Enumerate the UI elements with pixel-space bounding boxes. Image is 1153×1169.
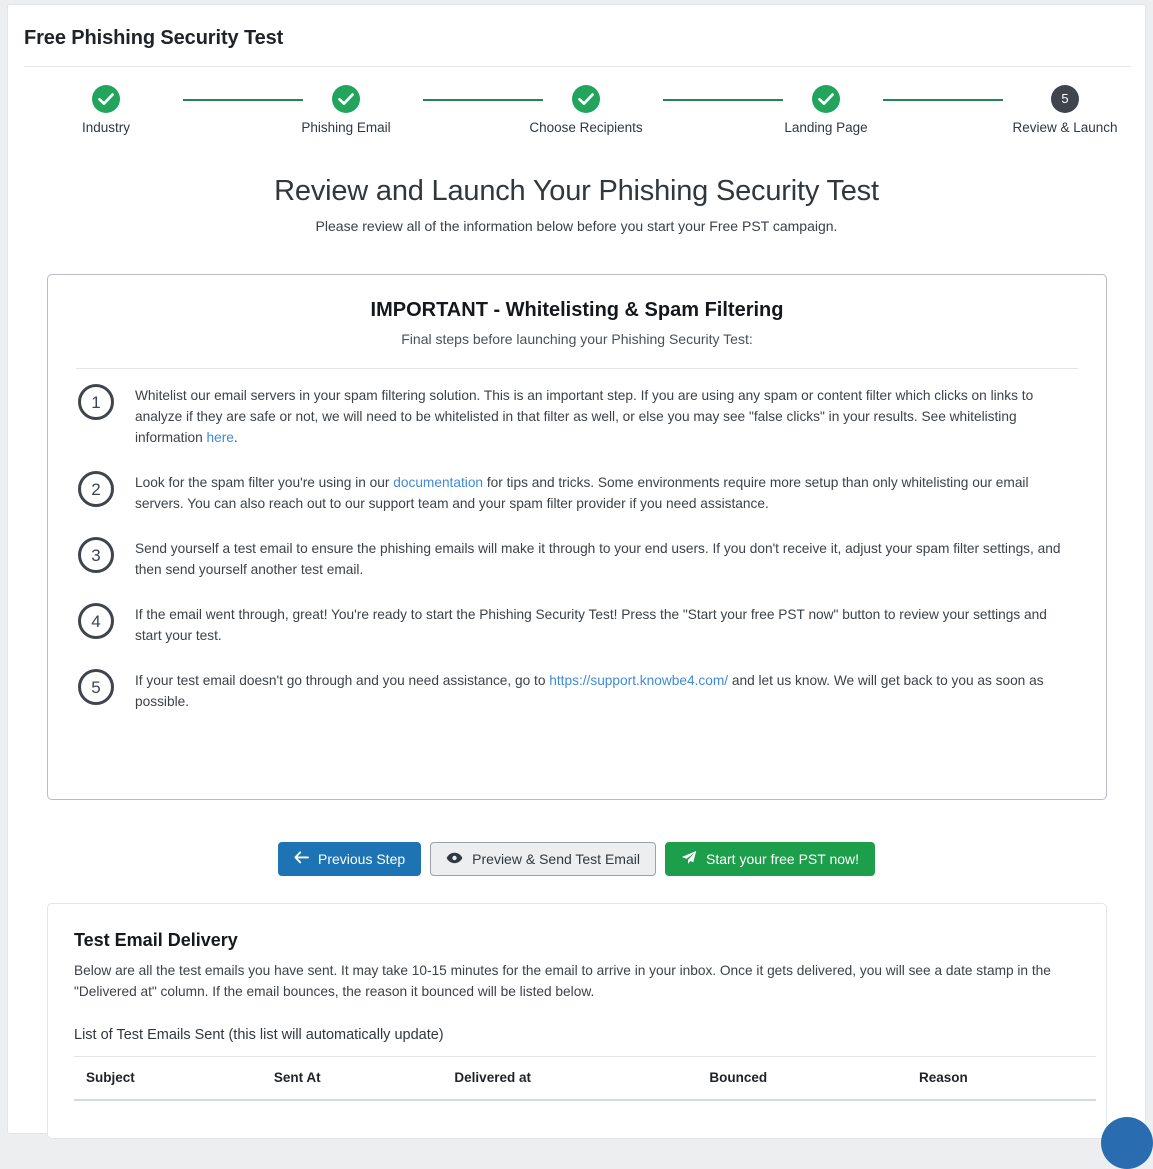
list-item-text: Look for the spam filter you're using in… <box>135 470 1076 514</box>
preview-send-label: Preview & Send Test Email <box>472 851 640 867</box>
list-item-text-before: If the email went through, great! You're… <box>135 607 1047 643</box>
important-card-title: IMPORTANT - Whitelisting & Spam Filterin… <box>370 299 784 321</box>
list-item-text-after: . <box>233 430 238 445</box>
arrow-left-icon <box>294 851 309 867</box>
header-divider <box>24 66 1131 67</box>
stepper-label: Phishing Email <box>301 120 391 135</box>
column-header-bounced[interactable]: Bounced <box>709 1056 919 1101</box>
support-url-link[interactable]: https://support.knowbe4.com/ <box>549 673 728 688</box>
stepper-item-landing-page[interactable]: Landing Page <box>746 81 906 135</box>
main-subheading: Please review all of the information bel… <box>315 218 838 234</box>
list-item: 5 If your test email doesn't go through … <box>78 668 1076 712</box>
whitelisting-steps-list: 1 Whitelist our email servers in your sp… <box>48 383 1106 712</box>
step-number-badge: 5 <box>1051 85 1079 113</box>
list-item-number: 1 <box>78 384 114 420</box>
stepper-item-industry[interactable]: Industry <box>26 81 186 135</box>
eye-icon <box>446 851 463 867</box>
stepper-item-review-launch[interactable]: 5 Review & Launch <box>985 81 1145 135</box>
list-item-number: 3 <box>78 537 114 573</box>
column-header-subject[interactable]: Subject <box>74 1056 274 1101</box>
main-heading: Review and Launch Your Phishing Security… <box>274 175 879 207</box>
previous-step-label: Previous Step <box>317 851 406 867</box>
list-item-number: 5 <box>78 669 114 705</box>
check-circle-icon <box>572 85 600 113</box>
check-circle-icon <box>92 85 120 113</box>
list-item: 3 Send yourself a test email to ensure t… <box>78 536 1076 580</box>
list-item-text-before: Send yourself a test email to ensure the… <box>135 541 1061 577</box>
delivery-card-description: Below are all the test emails you have s… <box>74 963 1051 999</box>
action-button-row: Previous Step Preview & Send Test Email … <box>8 842 1145 876</box>
chat-bubble-icon[interactable] <box>1101 1117 1153 1169</box>
whitelisting-here-link[interactable]: here <box>207 430 234 445</box>
stepper-item-choose-recipients[interactable]: Choose Recipients <box>506 81 666 135</box>
check-circle-icon <box>812 85 840 113</box>
list-item-text-before: Look for the spam filter you're using in… <box>135 475 394 490</box>
start-free-pst-button[interactable]: Start your free PST now! <box>664 842 876 876</box>
list-item-number: 2 <box>78 471 114 507</box>
stepper-label: Choose Recipients <box>529 120 643 135</box>
test-email-delivery-card: Test Email Delivery Below are all the te… <box>47 903 1107 1139</box>
delivery-list-label: List of Test Emails Sent (this list will… <box>74 1027 444 1043</box>
documentation-link[interactable]: documentation <box>393 475 483 490</box>
test-emails-table: Subject Sent At Delivered at Bounced Rea… <box>74 1056 1096 1101</box>
page-title: Free Phishing Security Test <box>24 27 284 49</box>
paper-plane-icon <box>681 850 697 868</box>
column-header-sent-at[interactable]: Sent At <box>273 1056 455 1101</box>
list-item-text: Send yourself a test email to ensure the… <box>135 536 1076 580</box>
previous-step-button[interactable]: Previous Step <box>277 842 422 876</box>
stepper-label: Review & Launch <box>1012 120 1118 135</box>
list-item-text-before: If your test email doesn't go through an… <box>135 673 550 688</box>
stepper-label: Industry <box>81 120 131 135</box>
check-circle-icon <box>332 85 360 113</box>
column-header-delivered-at[interactable]: Delivered at <box>454 1056 710 1101</box>
column-header-reason[interactable]: Reason <box>918 1056 1096 1101</box>
important-whitelisting-card: IMPORTANT - Whitelisting & Spam Filterin… <box>47 274 1107 800</box>
app-window: Free Phishing Security Test Industry Phi… <box>7 4 1153 1169</box>
list-item: 2 Look for the spam filter you're using … <box>78 470 1076 514</box>
start-pst-label: Start your free PST now! <box>705 851 860 867</box>
list-item-text: If the email went through, great! You're… <box>135 602 1076 646</box>
list-item: 4 If the email went through, great! You'… <box>78 602 1076 646</box>
preview-send-test-email-button[interactable]: Preview & Send Test Email <box>430 842 656 876</box>
list-item-number: 4 <box>78 603 114 639</box>
list-item-text: If your test email doesn't go through an… <box>135 668 1076 712</box>
stepper-label: Landing Page <box>784 120 868 135</box>
list-item-text: Whitelist our email servers in your spam… <box>135 383 1076 448</box>
list-item: 1 Whitelist our email servers in your sp… <box>78 383 1076 448</box>
progress-stepper: Industry Phishing Email Choose Recipient… <box>24 81 1131 143</box>
list-item-text-before: Whitelist our email servers in your spam… <box>135 388 1034 445</box>
important-card-subtitle: Final steps before launching your Phishi… <box>401 331 753 347</box>
stepper-item-phishing-email[interactable]: Phishing Email <box>266 81 426 135</box>
table-header-row: Subject Sent At Delivered at Bounced Rea… <box>74 1056 1096 1101</box>
delivery-card-title: Test Email Delivery <box>74 930 238 950</box>
important-card-divider <box>76 368 1078 369</box>
